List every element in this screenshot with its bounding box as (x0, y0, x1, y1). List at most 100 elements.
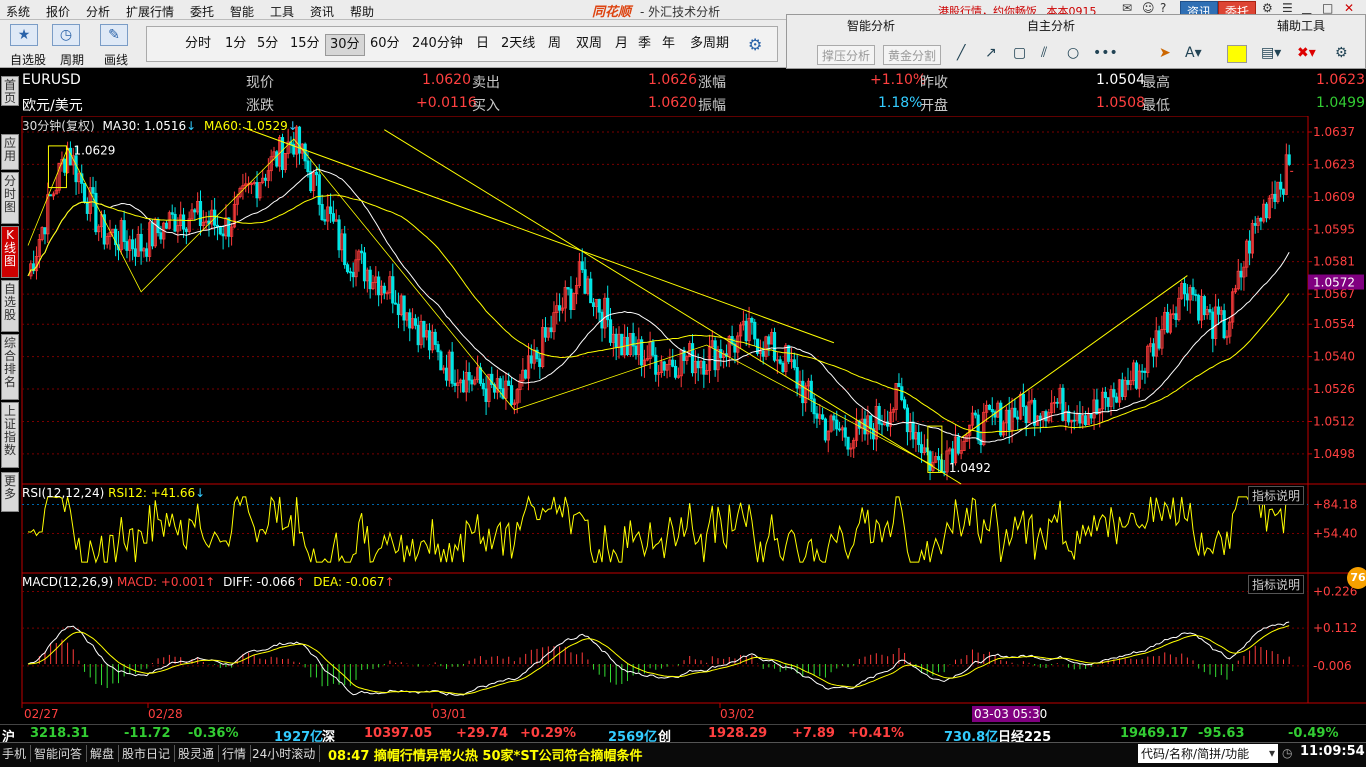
golden-section-button[interactable]: 黄金分割 (883, 45, 942, 65)
status-24h[interactable]: 24小时滚动 (252, 745, 321, 762)
color-picker-icon[interactable] (1227, 45, 1247, 63)
label-now: 现价 (246, 75, 274, 91)
list-icon[interactable]: ☰ (1282, 1, 1293, 15)
status-stockling[interactable]: 股灵通 (178, 745, 220, 762)
status-market[interactable]: 行情 (222, 745, 252, 762)
value-change-pct: +1.10% (870, 72, 927, 88)
candle-body (999, 402, 1003, 436)
menu-smart[interactable]: 智能 (230, 3, 254, 20)
text-tool-icon[interactable]: A▾ (1185, 45, 1202, 61)
drawing-pen-icon[interactable]: ✎ (100, 24, 128, 46)
menu-analysis[interactable]: 分析 (86, 3, 110, 20)
menu-help[interactable]: 帮助 (350, 3, 374, 20)
aux-tools-header[interactable]: 辅助工具 (1277, 17, 1325, 34)
rsi-legend: RSI(12,12,24) RSI12: +41.66↓ (22, 486, 205, 500)
period-month[interactable]: 月 (611, 34, 632, 56)
candle-body (351, 271, 355, 278)
user-icon[interactable]: ☺ (1142, 1, 1155, 15)
period-60min[interactable]: 60分 (366, 34, 404, 56)
value-prev-close: 1.0504 (1096, 72, 1145, 88)
candle-body (328, 206, 333, 214)
period-day[interactable]: 日 (472, 34, 493, 56)
candle-body (396, 303, 401, 316)
self-analysis-header[interactable]: 自主分析 (1027, 17, 1075, 34)
close-icon[interactable]: ✕ (1344, 1, 1354, 15)
settings-icon[interactable]: ⚙ (1262, 1, 1273, 15)
panel-settings-icon[interactable]: ⚙ (1335, 45, 1348, 61)
sidebar-tab-more[interactable]: 更多 (1, 472, 19, 512)
dropdown-icon[interactable]: ▾ (1269, 746, 1275, 760)
status-smart-qa[interactable]: 智能问答 (34, 745, 88, 762)
period-multi[interactable]: 多周期 (686, 34, 733, 56)
period-5min[interactable]: 5分 (253, 34, 282, 56)
sidebar-tab-home[interactable]: 首页 (1, 76, 19, 106)
candle-body (150, 222, 155, 247)
menu-quote[interactable]: 报价 (46, 3, 70, 20)
y-tick-label: 1.0623 (1313, 157, 1355, 171)
candle-body (1259, 217, 1263, 222)
support-resistance-button[interactable]: 撑压分析 (817, 45, 876, 65)
candle-body (1157, 330, 1161, 349)
parallel-tool-icon[interactable]: ⫽ (1041, 45, 1047, 61)
maximize-icon[interactable]: □ (1322, 1, 1333, 15)
sidebar-tab-kline[interactable]: K线图 (1, 226, 19, 278)
period-15min[interactable]: 15分 (286, 34, 324, 56)
period-quarter[interactable]: 季 (634, 34, 655, 56)
cursor-icon[interactable]: ➤ (1159, 45, 1171, 61)
period-2week[interactable]: 双周 (572, 34, 606, 56)
candle-body (94, 192, 98, 233)
watchlist-star-icon[interactable]: ★ (10, 24, 38, 46)
sidebar-tab-timeshare[interactable]: 分时图 (1, 172, 19, 224)
sidebar-tab-sh-index[interactable]: 上证指数 (1, 402, 19, 468)
chart-canvas[interactable]: 1.06371.06231.06091.05951.05811.05671.05… (20, 116, 1366, 724)
sidebar-tab-watchlist[interactable]: 自选股 (1, 280, 19, 332)
macd-explain-button[interactable]: 指标说明 (1248, 575, 1305, 594)
sidebar-tab-ranking[interactable]: 综合排名 (1, 334, 19, 400)
period-1min[interactable]: 1分 (221, 34, 250, 56)
period-2day[interactable]: 2天线 (497, 34, 539, 56)
period-timeshare[interactable]: 分时 (181, 34, 215, 56)
candle-body (91, 187, 95, 194)
delete-icon[interactable]: ✖▾ (1297, 45, 1316, 61)
more-tools-icon[interactable]: ••• (1093, 45, 1118, 61)
period-clock-icon[interactable]: ◷ (52, 24, 80, 46)
smart-analysis-header[interactable]: 智能分析 (847, 17, 895, 34)
candle-body (170, 212, 174, 215)
save-icon[interactable]: ▤▾ (1261, 45, 1281, 61)
search-input[interactable]: 代码/名称/简拼/功能 ▾ (1138, 744, 1278, 763)
gear-icon[interactable]: ⚙ (748, 35, 762, 54)
chart-area[interactable]: 1.0637 1.0623 1.0609 1.0595 1.0581 1.0567 1.05… (20, 116, 1366, 724)
candle-body (345, 264, 350, 273)
rect-tool-icon[interactable]: ▢ (1013, 45, 1026, 61)
high-marker: 1.0629 (73, 144, 115, 158)
menu-news[interactable]: 资讯 (310, 3, 334, 20)
line-tool-icon[interactable]: ╱ (957, 45, 965, 61)
menu-extended[interactable]: 扩展行情 (126, 3, 174, 20)
candle-body (173, 213, 177, 232)
help-icon[interactable]: ? (1160, 1, 1166, 15)
notification-badge[interactable]: 76 (1347, 567, 1366, 589)
ray-tool-icon[interactable]: ↗ (985, 45, 997, 61)
period-240min[interactable]: 240分钟 (408, 34, 467, 56)
menu-system[interactable]: 系统 (6, 3, 30, 20)
candle-body (68, 147, 73, 166)
candle-body (215, 224, 220, 227)
rsi-explain-button[interactable]: 指标说明 (1248, 486, 1305, 505)
minimize-icon[interactable]: ▁ (1302, 1, 1311, 15)
candle-body (63, 158, 67, 173)
period-30min[interactable]: 30分 (325, 34, 365, 56)
menu-trade[interactable]: 委托 (190, 3, 214, 20)
menu-tools[interactable]: 工具 (270, 3, 294, 20)
circle-tool-icon[interactable]: ○ (1067, 45, 1079, 61)
candle-body (820, 414, 825, 420)
candle-body (49, 194, 53, 197)
candle-body (343, 233, 347, 266)
sidebar-tab-apps[interactable]: 应用 (1, 134, 19, 170)
status-analysis[interactable]: 解盘 (90, 745, 120, 762)
status-diary[interactable]: 股市日记 (122, 745, 176, 762)
period-week[interactable]: 周 (544, 34, 565, 56)
period-year[interactable]: 年 (658, 34, 679, 56)
status-mobile[interactable]: 手机 (2, 745, 32, 762)
envelope-icon[interactable]: ✉ (1122, 1, 1132, 15)
news-ticker[interactable]: 08:47 摘帽行情异常火热 50家*ST公司符合摘帽条件 (328, 745, 643, 764)
